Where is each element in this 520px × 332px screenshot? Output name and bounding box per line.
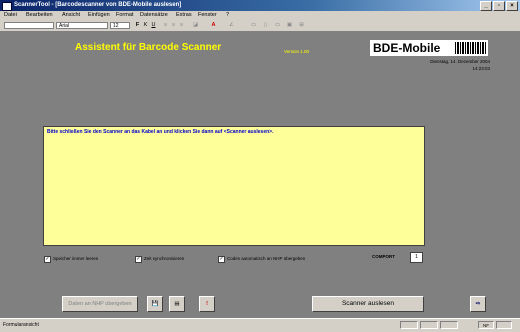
window-title-bar: ScannerTool - [Barcodescanner von BDE-Mo… <box>0 0 520 11</box>
print-icon[interactable]: ▤ <box>169 296 185 312</box>
fill-color-icon[interactable]: ◪ <box>192 22 199 29</box>
option-clear-memory[interactable]: ✓ Speicher immer leeren <box>44 255 98 263</box>
clear-memory-checkbox[interactable]: ✓ <box>44 255 51 263</box>
grid-icon[interactable]: ⊞ <box>298 22 305 29</box>
font-name-combo[interactable]: Arial <box>56 22 108 29</box>
barcode-logo-icon <box>455 42 487 54</box>
special-effect-icon[interactable]: ▯ <box>262 22 269 29</box>
status-panel-1 <box>400 321 418 329</box>
menu-datensaetze[interactable]: Datensätze <box>140 11 168 20</box>
line-color-icon[interactable]: ∠ <box>228 22 235 29</box>
warning-icon[interactable]: ! <box>199 296 215 312</box>
logo-text: BDE-Mobile <box>373 41 441 55</box>
status-bar: Formularansicht NF <box>0 318 520 332</box>
minimize-button[interactable]: _ <box>480 1 492 11</box>
formatting-toolbar: Arial 12 F K U ≡ ≡ ≡ ◪ A ∠ ▭ ▯ ▭ ▣ ⊞ <box>0 20 520 32</box>
instruction-text: Bitte schließen Sie den Scanner an das K… <box>47 129 274 135</box>
align-left-icon[interactable]: ≡ <box>162 22 169 29</box>
auto-transfer-checkbox[interactable]: ✓ <box>218 255 225 263</box>
datetime-display: Dienstag, 14. Dezember 2004 14:23:03 <box>400 58 490 72</box>
window-title: ScannerTool - [Barcodescanner von BDE-Mo… <box>14 2 182 8</box>
comport-label: COMPORT <box>372 254 395 259</box>
align-right-icon[interactable]: ≡ <box>178 22 185 29</box>
menu-bar: Datei Bearbeiten Ansicht Einfügen Format… <box>0 11 520 20</box>
menu-ansicht[interactable]: Ansicht <box>62 11 80 20</box>
font-color-button[interactable]: A <box>210 22 217 29</box>
object-combo[interactable] <box>4 22 54 29</box>
status-panel-3 <box>440 321 458 329</box>
clear-memory-label: Speicher immer leeren <box>53 256 99 261</box>
date-label: Dienstag, 14. Dezember 2004 <box>430 59 490 64</box>
message-area: Bitte schließen Sie den Scanner an das K… <box>43 126 425 246</box>
read-scanner-button[interactable]: Scanner auslesen <box>312 296 424 312</box>
option-sync-time[interactable]: ✓ Zeit synchronisieren <box>135 255 184 263</box>
restore-button[interactable]: ▫ <box>493 1 505 11</box>
menu-einfuegen[interactable]: Einfügen <box>88 11 110 20</box>
sync-time-checkbox[interactable]: ✓ <box>135 255 142 263</box>
option-auto-transfer[interactable]: ✓ Codes automatisch an NHP übergeben <box>218 255 305 263</box>
time-label: 14:23:03 <box>472 66 490 71</box>
sync-time-label: Zeit synchronisieren <box>144 256 185 261</box>
underline-button[interactable]: U <box>150 22 157 29</box>
align-center-icon[interactable]: ≡ <box>170 22 177 29</box>
version-label: Version 1.00 <box>284 49 310 54</box>
menu-fenster[interactable]: Fenster <box>198 11 217 20</box>
font-size-combo[interactable]: 12 <box>110 22 130 29</box>
bold-button[interactable]: F <box>134 22 141 29</box>
assistant-title: Assistent für Barcode Scanner <box>75 42 222 53</box>
shadow-icon[interactable]: ▣ <box>286 22 293 29</box>
close-button[interactable]: × <box>506 1 518 11</box>
border-icon[interactable]: ▭ <box>250 22 257 29</box>
exit-icon[interactable]: ⇨ <box>470 296 486 312</box>
menu-format[interactable]: Format <box>116 11 133 20</box>
italic-button[interactable]: K <box>142 22 149 29</box>
status-panel-nf: NF <box>478 321 494 329</box>
line-width-icon[interactable]: ▭ <box>274 22 281 29</box>
save-icon[interactable]: 💾 <box>147 296 163 312</box>
app-icon <box>2 2 12 11</box>
transfer-to-nhp-button[interactable]: Daten an NHP übergeben <box>62 296 138 312</box>
status-text: Formularansicht <box>3 322 39 328</box>
menu-help[interactable]: ? <box>226 11 229 20</box>
auto-transfer-label: Codes automatisch an NHP übergeben <box>227 256 306 261</box>
menu-datei[interactable]: Datei <box>4 11 17 20</box>
comport-input[interactable]: 1 <box>410 252 423 263</box>
status-panel-5 <box>496 321 512 329</box>
menu-bearbeiten[interactable]: Bearbeiten <box>26 11 53 20</box>
menu-extras[interactable]: Extras <box>176 11 192 20</box>
status-panel-2 <box>420 321 438 329</box>
